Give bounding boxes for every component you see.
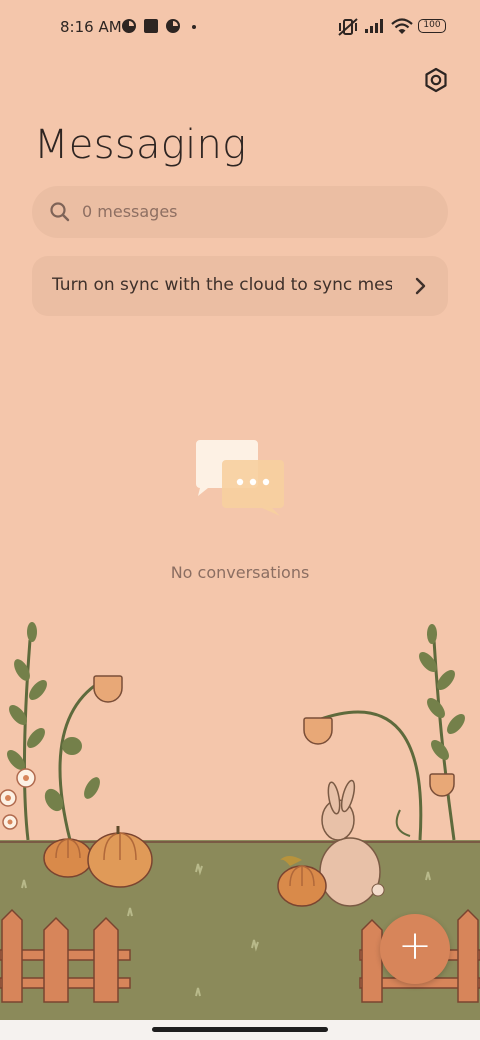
more-notifications-dot-icon	[192, 25, 196, 29]
square-notification-icon	[144, 19, 158, 33]
search-bar[interactable]: 0 messages	[32, 186, 448, 238]
signal-icon	[365, 19, 383, 33]
chevron-right-icon	[415, 277, 426, 295]
plus-icon: +	[398, 923, 432, 969]
app-notification-icon-2	[166, 19, 180, 33]
search-icon	[50, 202, 70, 222]
empty-state-text: No conversations	[170, 563, 310, 582]
status-time: 8:16 AM	[60, 18, 122, 36]
sync-banner[interactable]: Turn on sync with the cloud to sync mess…	[32, 256, 448, 316]
app-notification-icon	[122, 19, 136, 33]
new-conversation-button[interactable]: +	[380, 914, 450, 984]
battery-indicator: 100	[418, 19, 446, 33]
wifi-icon	[391, 18, 413, 34]
status-bar: 8:16 AM 100	[0, 0, 480, 56]
settings-button[interactable]	[420, 64, 452, 96]
vibrate-icon	[338, 18, 358, 36]
page-title: Messaging	[34, 122, 247, 168]
settings-icon	[425, 67, 447, 93]
gesture-nav-bar	[0, 1020, 480, 1040]
home-gesture-handle[interactable]	[152, 1027, 328, 1032]
chat-bubbles-icon	[196, 440, 284, 516]
sync-banner-text: Turn on sync with the cloud to sync mess…	[52, 275, 392, 295]
search-placeholder: 0 messages	[82, 202, 178, 221]
